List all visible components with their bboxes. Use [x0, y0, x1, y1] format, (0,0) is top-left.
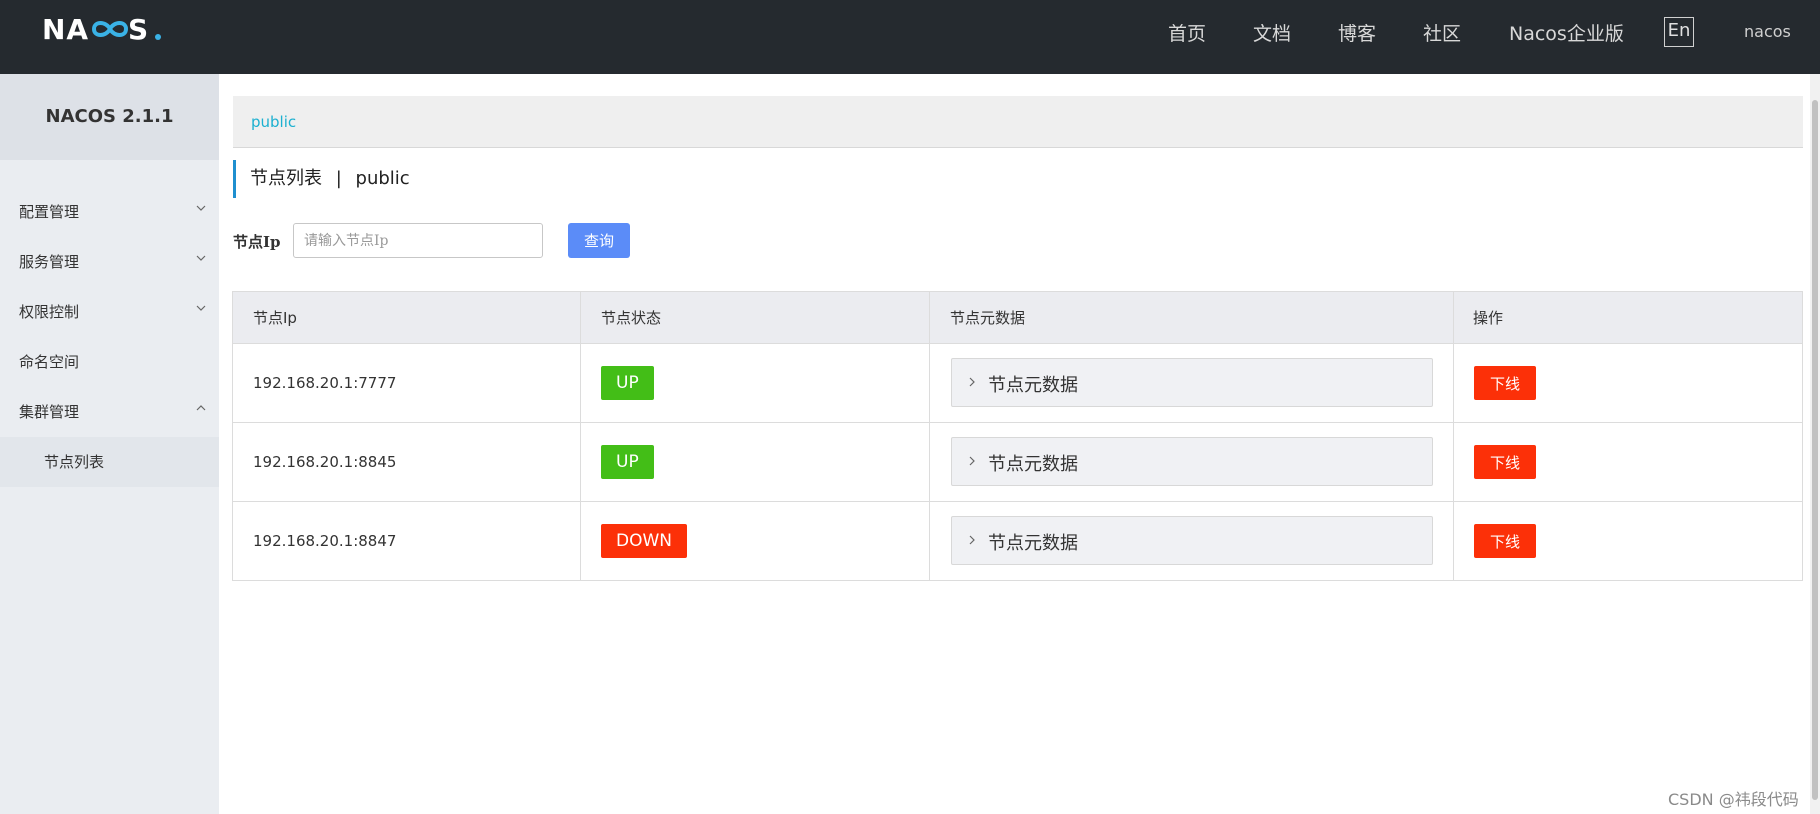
watermark: CSDN @祎段代码: [1668, 790, 1799, 809]
column-header-status: 节点状态: [601, 309, 662, 327]
column-divider: [929, 292, 930, 343]
offline-button[interactable]: 下线: [1474, 366, 1536, 400]
metadata-label: 节点元数据: [988, 454, 1078, 475]
sidebar-subitem-node-list[interactable]: 节点列表: [0, 437, 219, 487]
column-divider: [929, 423, 930, 501]
sidebar-item-label: 服务管理: [19, 253, 80, 271]
sidebar-item-label: 配置管理: [19, 203, 80, 221]
chevron-up-icon: [196, 405, 206, 411]
metadata-expander[interactable]: 节点元数据: [951, 358, 1433, 407]
column-divider: [1453, 502, 1454, 580]
chevron-down-icon: [196, 305, 206, 311]
nacos-logo-mark: NA S: [42, 13, 161, 46]
language-toggle[interactable]: En: [1664, 17, 1694, 47]
chevron-right-icon: [969, 377, 975, 387]
chevron-down-icon: [196, 255, 206, 261]
breadcrumb-namespace[interactable]: public: [251, 113, 296, 131]
column-divider: [580, 502, 581, 580]
filter-ip-label: 节点Ip: [233, 233, 281, 251]
node-ip: 192.168.20.1:8845: [253, 453, 397, 471]
chevron-right-icon: [969, 535, 975, 545]
nav-home[interactable]: 首页: [1168, 19, 1206, 46]
top-header: NA S 首页 文档 博客 社区 Nacos企业版 En nacos: [0, 0, 1820, 74]
table-header: 节点Ip 节点状态 节点元数据 操作: [232, 291, 1803, 344]
offline-button[interactable]: 下线: [1474, 524, 1536, 558]
sidebar-item-namespace[interactable]: 命名空间: [0, 337, 219, 387]
status-badge: UP: [601, 366, 654, 400]
chevron-right-icon: [969, 456, 975, 466]
column-divider: [929, 344, 930, 422]
nav-docs[interactable]: 文档: [1253, 19, 1291, 46]
column-divider: [1453, 423, 1454, 501]
metadata-label: 节点元数据: [988, 375, 1078, 396]
chevron-down-icon: [196, 205, 206, 211]
sidebar-item-auth[interactable]: 权限控制: [0, 287, 219, 337]
sidebar-item-cluster[interactable]: 集群管理: [0, 387, 219, 437]
offline-button[interactable]: 下线: [1474, 445, 1536, 479]
sidebar-item-service[interactable]: 服务管理: [0, 237, 219, 287]
node-ip: 192.168.20.1:7777: [253, 374, 397, 392]
nacos-logo[interactable]: NA S: [42, 13, 164, 52]
svg-text:S: S: [128, 14, 149, 44]
page-title-main: 节点列表: [250, 168, 322, 189]
column-header-ip: 节点Ip: [253, 309, 297, 327]
nav-blog[interactable]: 博客: [1338, 19, 1376, 46]
column-divider: [1453, 344, 1454, 422]
sidebar-title: NACOS 2.1.1: [0, 74, 219, 160]
metadata-expander[interactable]: 节点元数据: [951, 516, 1433, 565]
svg-text:NA: NA: [42, 14, 89, 44]
nav-enterprise[interactable]: Nacos企业版: [1509, 19, 1624, 46]
sidebar: NACOS 2.1.1 配置管理 服务管理 权限控制 命名空间 集群管理 节点列…: [0, 74, 219, 814]
sidebar-item-label: 权限控制: [19, 303, 80, 321]
table-row: 192.168.20.1:8847 DOWN 节点元数据 下线: [232, 502, 1803, 581]
column-divider: [1453, 292, 1454, 343]
node-ip-input[interactable]: [293, 223, 543, 258]
column-divider: [580, 292, 581, 343]
page-scrollbar-thumb[interactable]: [1812, 100, 1818, 800]
column-divider: [929, 502, 930, 580]
user-menu[interactable]: nacos: [1744, 22, 1791, 41]
status-badge: DOWN: [601, 524, 687, 558]
status-badge: UP: [601, 445, 654, 479]
sidebar-item-config[interactable]: 配置管理: [0, 187, 219, 237]
table-row: 192.168.20.1:8845 UP 节点元数据 下线: [232, 423, 1803, 502]
query-button[interactable]: 查询: [568, 223, 630, 258]
sidebar-item-label: 集群管理: [19, 403, 80, 421]
column-header-actions: 操作: [1473, 309, 1504, 327]
nav-community[interactable]: 社区: [1423, 19, 1461, 46]
sidebar-item-label: 命名空间: [19, 353, 80, 371]
table-row: 192.168.20.1:7777 UP 节点元数据 下线: [232, 344, 1803, 423]
metadata-expander[interactable]: 节点元数据: [951, 437, 1433, 486]
node-ip: 192.168.20.1:8847: [253, 532, 397, 550]
column-divider: [580, 423, 581, 501]
metadata-label: 节点元数据: [988, 533, 1078, 554]
breadcrumb-bar: public: [233, 96, 1803, 148]
page-title: 节点列表 | public: [233, 160, 410, 198]
column-header-metadata: 节点元数据: [950, 309, 1026, 327]
page-title-namespace: public: [355, 168, 410, 189]
page-title-separator: |: [335, 168, 342, 189]
column-divider: [580, 344, 581, 422]
